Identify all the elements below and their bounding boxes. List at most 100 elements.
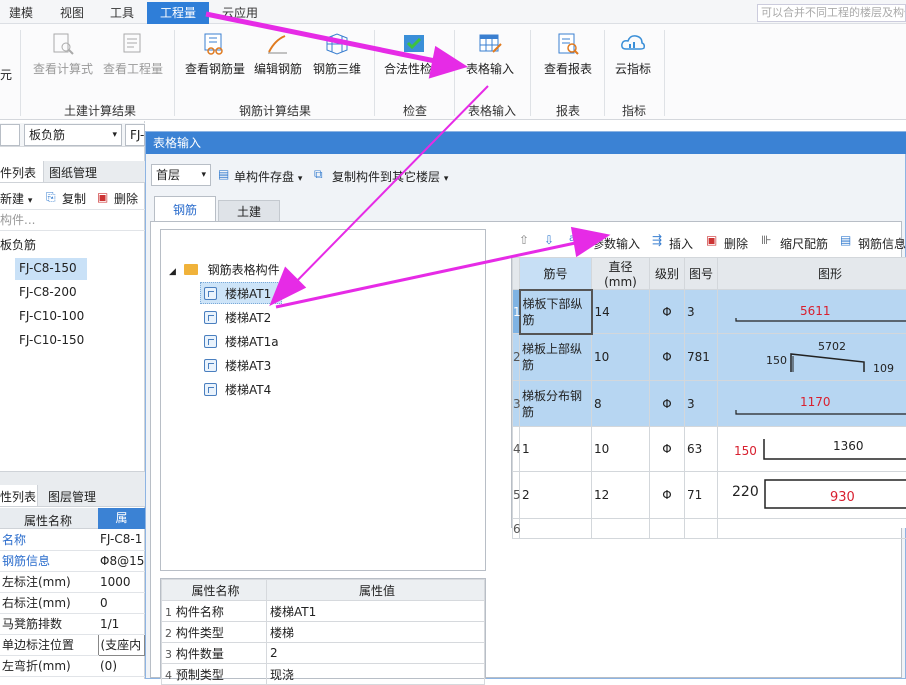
grid-delete-button[interactable]: 删除 <box>724 235 748 252</box>
figure-no-cell[interactable]: 63 <box>685 427 718 472</box>
shape-length-label[interactable]: 5611 <box>800 304 831 318</box>
save-component-button[interactable]: 单构件存盘 ▾ <box>234 168 302 185</box>
parameter-input-button[interactable]: 参数输入 <box>592 235 640 252</box>
diameter-cell[interactable]: 14 <box>592 290 650 334</box>
list-item[interactable]: FJ-C8-200 <box>19 285 77 299</box>
table-row[interactable]: 4 预制类型现浇 <box>162 664 485 685</box>
bar-name-cell[interactable]: 梯板分布钢筋 <box>520 381 592 427</box>
copy-to-floor-button[interactable]: 复制构件到其它楼层 ▾ <box>332 168 448 185</box>
move-down-icon[interactable]: ⇩ <box>544 233 554 247</box>
figure-no-cell[interactable] <box>685 519 718 539</box>
shape-left-label[interactable]: 150 <box>734 444 757 458</box>
figure-no-cell[interactable]: 71 <box>685 472 718 519</box>
diameter-cell[interactable]: 12 <box>592 472 650 519</box>
floor-select[interactable]: 首层▾ <box>151 164 211 186</box>
prop-value[interactable]: FJ-C8-1 <box>98 529 145 550</box>
splitter[interactable] <box>0 471 145 485</box>
shape-length-label[interactable]: 930 <box>830 490 855 505</box>
tab-property-list[interactable]: 性列表 <box>0 485 38 506</box>
list-item[interactable]: FJ-C8-150 <box>19 261 77 275</box>
figure-no-cell[interactable]: 3 <box>685 381 718 427</box>
prop-value[interactable]: 2 <box>267 643 485 664</box>
tab-component-list[interactable]: 件列表 <box>0 161 44 182</box>
delete-button[interactable]: 删除 <box>114 190 138 207</box>
tree-item[interactable]: 楼梯AT4 <box>204 378 271 402</box>
list-item[interactable]: FJ-C10-150 <box>19 333 84 347</box>
prop-value[interactable]: 0 <box>98 592 145 613</box>
tree-root[interactable]: ◢ 钢筋表格构件 <box>169 258 280 282</box>
prop-value[interactable]: Φ8@15 <box>98 550 145 571</box>
shape-cell[interactable]: 150 1360 <box>718 427 906 472</box>
table-row[interactable]: 右标注(mm)0 <box>0 592 145 613</box>
table-row[interactable]: 单边标注位置(支座内 <box>0 634 145 655</box>
tree-item[interactable]: 楼梯AT1 <box>204 282 271 306</box>
bar-name-cell[interactable]: 1 <box>520 427 592 472</box>
rebar-info-button[interactable]: 钢筋信息 <box>858 235 906 252</box>
new-button[interactable]: 新建 ▾ <box>0 190 32 207</box>
table-row[interactable]: 3 梯板分布钢筋 8 Φ 3 1170 <box>513 381 906 427</box>
rebar-3d-button[interactable]: 钢筋三维 <box>308 30 366 92</box>
shape-cell[interactable] <box>718 519 906 539</box>
list-item[interactable]: FJ-C10-100 <box>19 309 84 323</box>
search-hint-field[interactable]: 可以合并不同工程的楼层及构件 <box>757 4 906 22</box>
prop-value[interactable]: 楼梯AT1 <box>267 601 485 622</box>
table-row[interactable]: 钢筋信息Φ8@15 <box>0 550 145 571</box>
grade-cell[interactable]: Φ <box>650 472 685 519</box>
shape-top-label[interactable]: 5702 <box>818 340 846 353</box>
table-row[interactable]: 左弯折(mm)(0) <box>0 655 145 676</box>
shape-length-label[interactable]: 1170 <box>800 395 831 409</box>
type-combo[interactable] <box>0 124 20 146</box>
bar-name-cell[interactable] <box>520 519 592 539</box>
legality-check-button[interactable]: 合法性检查 <box>380 30 448 92</box>
dialog-title[interactable]: 表格输入 <box>146 132 906 154</box>
table-row[interactable]: 4 1 10 Φ 63 150 1360 <box>513 427 906 472</box>
shape-left-label[interactable]: 150 <box>766 354 787 367</box>
view-quantity-button[interactable]: 查看工程量 <box>100 30 166 92</box>
table-row[interactable]: 1 构件名称楼梯AT1 <box>162 601 485 622</box>
bar-name-cell[interactable]: 梯板下部纵筋 <box>520 290 592 334</box>
figure-no-cell[interactable]: 3 <box>685 290 718 334</box>
table-row[interactable]: 2 梯板上部纵筋 10 Φ 781 5702 150 109 <box>513 334 906 381</box>
grade-cell[interactable]: Φ <box>650 427 685 472</box>
shape-cell[interactable]: 220 930 <box>718 472 906 519</box>
shape-left-label[interactable]: 220 <box>732 484 759 500</box>
menu-quantity[interactable]: 工程量 <box>147 2 209 24</box>
grade-cell[interactable]: Φ <box>650 290 685 334</box>
table-row[interactable]: 2 构件类型楼梯 <box>162 622 485 643</box>
tab-rebar[interactable]: 钢筋 <box>154 196 216 222</box>
shape-cell[interactable]: 5611 <box>718 290 906 334</box>
move-up-icon[interactable]: ⇧ <box>519 233 529 247</box>
menu-modeling[interactable]: 建模 <box>9 4 33 22</box>
shape-cell[interactable]: 1170 <box>718 381 906 427</box>
tree-item[interactable]: 楼梯AT1a <box>204 330 279 354</box>
prop-value[interactable]: 1/1 <box>98 613 145 634</box>
expand-icon[interactable]: ◢ <box>169 267 176 277</box>
table-row[interactable]: 1 梯板下部纵筋 14 Φ 3 5611 <box>513 290 906 334</box>
component-type-combo[interactable]: 板负筋▾ <box>24 124 122 146</box>
copy-button[interactable]: 复制 <box>62 190 86 207</box>
shape-length-label[interactable]: 1360 <box>833 439 864 453</box>
bar-name-cell[interactable]: 梯板上部纵筋 <box>520 334 592 381</box>
figure-no-cell[interactable]: 781 <box>685 334 718 381</box>
view-rebar-quantity-button[interactable]: 查看钢筋量 <box>182 30 248 92</box>
prop-value[interactable]: 现浇 <box>267 664 485 685</box>
grade-cell[interactable] <box>650 519 685 539</box>
view-formula-button[interactable]: 查看计算式 <box>30 30 96 92</box>
view-report-button[interactable]: 查看报表 <box>538 30 598 92</box>
table-row[interactable]: 名称FJ-C8-1 <box>0 529 145 550</box>
table-input-button[interactable]: 表格输入 <box>458 30 522 92</box>
table-row[interactable]: 5 2 12 Φ 71 220 930 <box>513 472 906 519</box>
insert-button[interactable]: 插入 <box>669 235 693 252</box>
prop-value[interactable]: 楼梯 <box>267 622 485 643</box>
diameter-cell[interactable]: 8 <box>592 381 650 427</box>
tree-item[interactable]: 楼梯AT2 <box>204 306 271 330</box>
diameter-cell[interactable]: 10 <box>592 334 650 381</box>
prop-value[interactable]: 1000 <box>98 571 145 592</box>
tab-layer-manage[interactable]: 图层管理 <box>48 488 96 505</box>
diameter-cell[interactable] <box>592 519 650 539</box>
grade-cell[interactable]: Φ <box>650 381 685 427</box>
table-row[interactable]: 6 <box>513 519 906 539</box>
component-combo[interactable]: FJ- <box>125 124 145 146</box>
shape-cell[interactable]: 5702 150 109 <box>718 334 906 381</box>
table-row[interactable]: 3 构件数量2 <box>162 643 485 664</box>
